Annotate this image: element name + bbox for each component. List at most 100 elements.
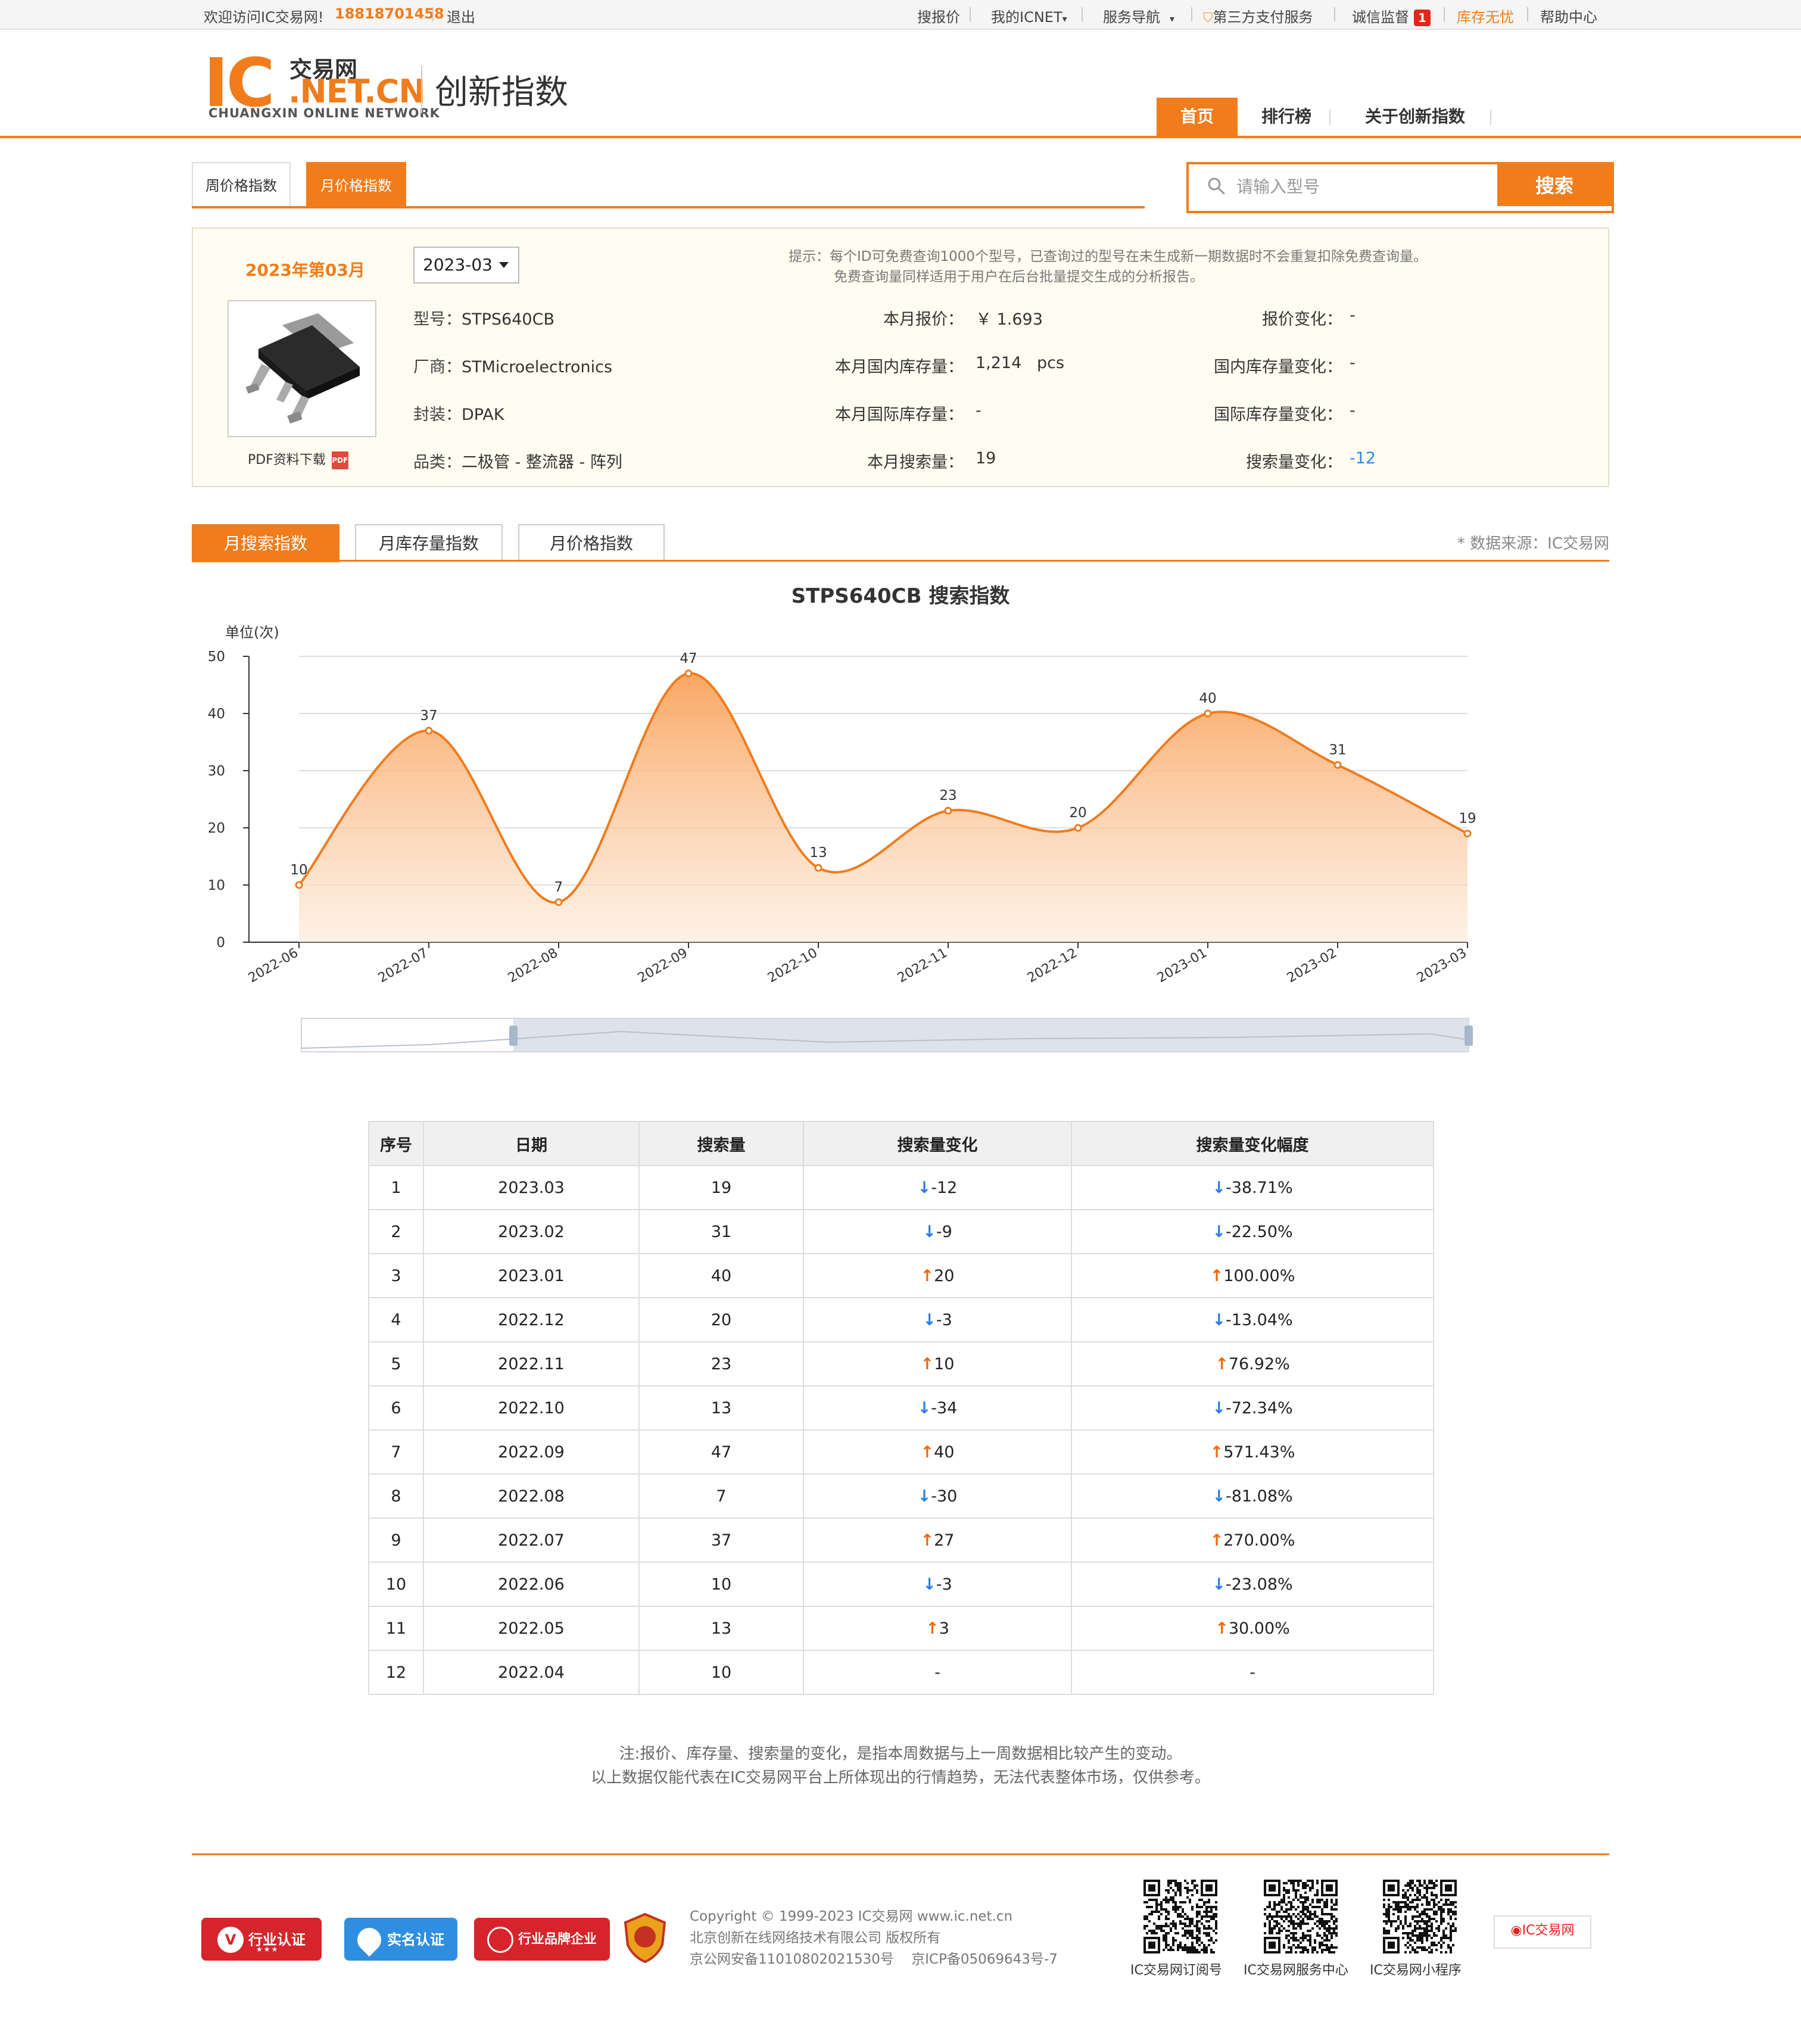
table-row: 4 2022.12 20 ↓-3 ↓-13.04% (368, 1297, 1434, 1342)
pdf-download-link[interactable]: PDF资料下载 PDF (248, 449, 348, 469)
chart-title: STPS640CB 搜索指数 (792, 584, 1010, 608)
cell-count: 10 (638, 1650, 804, 1695)
police-badge-icon[interactable] (623, 1913, 667, 1963)
qr-code-service[interactable] (1264, 1880, 1338, 1953)
arrow-down-icon: ↓ (1212, 1575, 1226, 1594)
data-point[interactable] (1463, 830, 1472, 838)
x-tick-label: 2022-11 (895, 946, 950, 986)
logout-link[interactable]: 退出 (447, 5, 475, 26)
qr-code-subscription[interactable] (1143, 1880, 1217, 1953)
x-tick-label: 2022-07 (376, 946, 431, 986)
data-point[interactable] (684, 669, 693, 678)
top-bar: 欢迎访问IC交易网! 18818701458 退出 搜报价 我的ICNET▾ 服… (0, 0, 1801, 30)
data-label: 31 (1329, 742, 1346, 758)
nav-about[interactable]: 关于创新指数 (1345, 98, 1485, 136)
cell-no: 9 (368, 1518, 424, 1563)
month-select[interactable]: 2023-03 (413, 247, 519, 283)
data-point[interactable] (554, 898, 563, 906)
data-point[interactable] (295, 881, 303, 889)
cell-change: ↓-3 (803, 1297, 1072, 1342)
arrow-up-icon: ↑ (920, 1531, 934, 1550)
data-point[interactable] (814, 864, 822, 872)
logo-netcn: .NET.CN (288, 73, 426, 110)
qr-code-miniprogram[interactable] (1383, 1880, 1457, 1953)
tab-monthly-price-index[interactable]: 月价格指数 (518, 524, 665, 562)
data-label: 13 (809, 845, 827, 861)
cell-change: ↑10 (803, 1341, 1072, 1386)
cell-change: ↑3 (803, 1606, 1072, 1651)
icp-license: 京公网安备11010802021530号 京ICP备05069643号-7 (690, 1952, 1058, 1967)
data-label: 19 (1459, 811, 1476, 827)
tab-monthly-price[interactable]: 月价格指数 (306, 162, 406, 208)
stock-worry-free-link[interactable]: 库存无忧 (1457, 5, 1514, 26)
arrow-up-icon: ↑ (1210, 1266, 1224, 1285)
table-header-row: 序号 日期 搜索量 搜索量变化 搜索量变化幅度 (368, 1121, 1434, 1166)
data-point[interactable] (425, 727, 433, 735)
phone-number: 18818701458 (335, 5, 444, 22)
nav-home[interactable]: 首页 (1157, 98, 1238, 136)
data-point[interactable] (1333, 761, 1342, 769)
col-count: 搜索量 (638, 1121, 804, 1166)
field-model: 型号：STPS640CB (413, 310, 554, 329)
data-point[interactable] (1204, 709, 1212, 718)
y-tick-label: 40 (208, 706, 225, 722)
x-tick-label: 2022-10 (765, 946, 820, 986)
cert-industry[interactable]: V 行业认证 ★★★ (201, 1918, 322, 1961)
cell-count: 23 (638, 1341, 804, 1386)
data-zoom-slider[interactable] (301, 1018, 1473, 1052)
zoom-handle-right[interactable] (1465, 1026, 1473, 1046)
field-package: 封装：DPAK (413, 406, 504, 424)
x-tick-label: 2023-02 (1285, 946, 1339, 986)
x-tick-label: 2022-06 (246, 946, 301, 986)
cell-date: 2023.03 (423, 1165, 640, 1210)
field-search-chg: -12 (1350, 449, 1376, 468)
data-point[interactable] (1074, 824, 1082, 832)
cell-date: 2023.02 (423, 1209, 640, 1254)
service-nav-menu[interactable]: 服务导航 ▾ (1103, 5, 1174, 26)
tab-monthly-stock-index[interactable]: 月库存量指数 (355, 524, 503, 562)
search-button[interactable]: 搜索 (1497, 164, 1612, 206)
cell-change: ↑40 (803, 1429, 1072, 1475)
field-search-label: 本月搜索量： (867, 453, 964, 472)
field-category: 品类：二极管 - 整流器 - 阵列 (413, 453, 622, 472)
copyright: Copyright © 1999-2023 IC交易网 www.ic.net.c… (690, 1909, 1013, 1924)
nav-ranking[interactable]: 排行榜 (1246, 98, 1327, 136)
help-center-link[interactable]: 帮助中心 (1540, 5, 1597, 26)
cell-change: ↓-12 (803, 1165, 1072, 1210)
data-label: 23 (939, 788, 956, 803)
note-line-1: 注:报价、库存量、搜索量的变化，是指本周数据与上一周数据相比较产生的变动。 (619, 1745, 1182, 1763)
arrow-up-icon: ↑ (926, 1619, 939, 1638)
my-icnet-menu[interactable]: 我的ICNET▾ (991, 5, 1067, 26)
integrity-link[interactable]: 诚信监督 1 (1352, 5, 1431, 26)
cell-no: 6 (368, 1385, 424, 1431)
table-row: 5 2022.11 23 ↑10 ↑76.92% (368, 1341, 1434, 1386)
zoom-handle-left[interactable] (509, 1026, 518, 1046)
search-price-link[interactable]: 搜报价 (917, 5, 960, 26)
seal-icon (487, 1927, 513, 1953)
search-input[interactable] (1235, 172, 1535, 201)
data-point[interactable] (944, 806, 952, 815)
cell-no: 10 (368, 1562, 424, 1607)
site-header: IC 交易网 .NET.CN CHUANGXIN ONLINE NETWORK … (0, 30, 1801, 138)
arrow-down-icon: ↓ (923, 1222, 936, 1241)
tab-monthly-search-index[interactable]: 月搜索指数 (192, 524, 339, 562)
col-date: 日期 (423, 1121, 640, 1166)
cell-change-pct: ↓-72.34% (1071, 1385, 1434, 1431)
data-label: 7 (554, 880, 563, 895)
cert-brand[interactable]: 行业品牌企业 (474, 1918, 610, 1961)
cell-change-pct: ↑270.00% (1071, 1518, 1434, 1563)
note-line-2: 以上数据仅能代表在IC交易网平台上所体现出的行情趋势，无法代表整体市场，仅供参考… (591, 1769, 1210, 1787)
data-label: 37 (420, 708, 437, 724)
arrow-up-icon: ↑ (920, 1442, 934, 1462)
tab-weekly-price[interactable]: 周价格指数 (192, 162, 291, 208)
cert-real-name[interactable]: 实名认证 (344, 1918, 457, 1961)
weibo-link[interactable]: ◉IC交易网 (1494, 1915, 1591, 1949)
x-tick-label: 2022-12 (1025, 946, 1080, 986)
third-party-pay-link[interactable]: ⛉第三方支付服务 (1203, 5, 1313, 26)
cell-date: 2022.07 (423, 1518, 640, 1563)
data-label: 20 (1069, 805, 1086, 821)
cell-no: 7 (368, 1429, 424, 1475)
arrow-down-icon: ↓ (923, 1310, 936, 1329)
droplet-icon (352, 1923, 387, 1957)
cell-no: 8 (368, 1473, 424, 1519)
